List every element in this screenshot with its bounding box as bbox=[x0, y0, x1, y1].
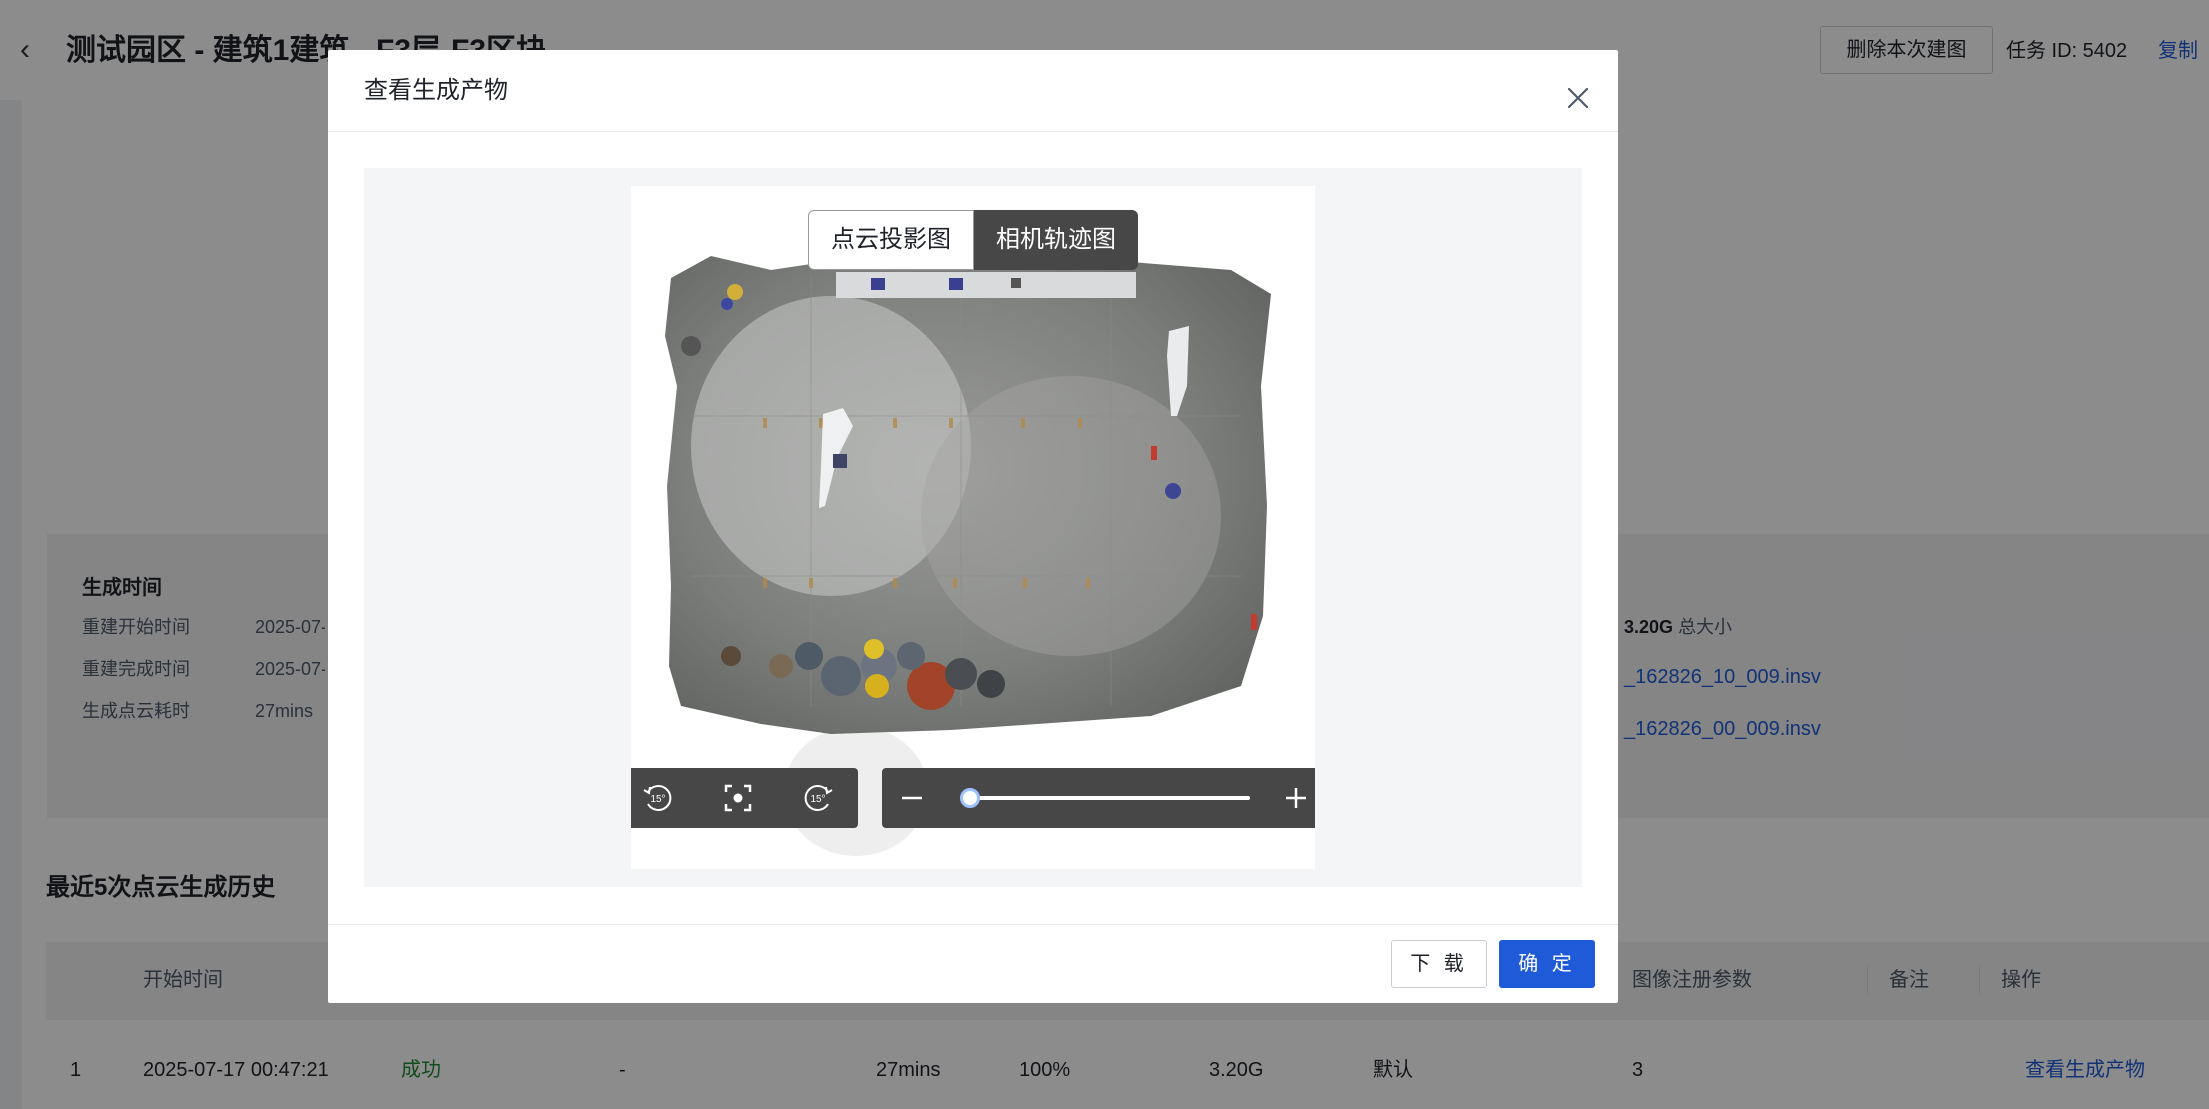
rotate-left-15-icon[interactable]: 15° bbox=[640, 780, 676, 816]
download-button[interactable]: 下 载 bbox=[1391, 940, 1487, 988]
modal-footer-divider bbox=[328, 924, 1618, 925]
point-cloud-image bbox=[665, 252, 1271, 856]
rotate-right-step: 15° bbox=[810, 794, 825, 805]
minus-icon[interactable] bbox=[894, 780, 930, 816]
rotate-left-step: 15° bbox=[650, 794, 665, 805]
focus-center-icon[interactable] bbox=[720, 780, 756, 816]
point-cloud-viewer[interactable]: 点云投影图 相机轨迹图 15° 15° bbox=[631, 186, 1315, 869]
modal-title: 查看生成产物 bbox=[364, 77, 508, 104]
view-controls: 15° 15° bbox=[631, 768, 858, 828]
tab-camera-trajectory[interactable]: 相机轨迹图 bbox=[974, 210, 1138, 270]
zoom-slider-track[interactable] bbox=[970, 796, 1250, 800]
tab-point-cloud-projection[interactable]: 点云投影图 bbox=[808, 210, 974, 270]
plus-icon[interactable] bbox=[1278, 780, 1314, 816]
modal-header: 查看生成产物 bbox=[328, 50, 1618, 132]
preview-area: 点云投影图 相机轨迹图 15° 15° bbox=[364, 168, 1582, 887]
zoom-slider-thumb[interactable] bbox=[960, 788, 980, 808]
close-icon[interactable] bbox=[1564, 84, 1592, 112]
confirm-button[interactable]: 确 定 bbox=[1499, 940, 1595, 988]
rotate-right-15-icon[interactable]: 15° bbox=[800, 780, 836, 816]
artifacts-modal: 查看生成产物 点云投影图 相机轨迹图 15° 15° 下 载 确 定 bbox=[328, 50, 1618, 1003]
zoom-controls bbox=[882, 768, 1315, 828]
